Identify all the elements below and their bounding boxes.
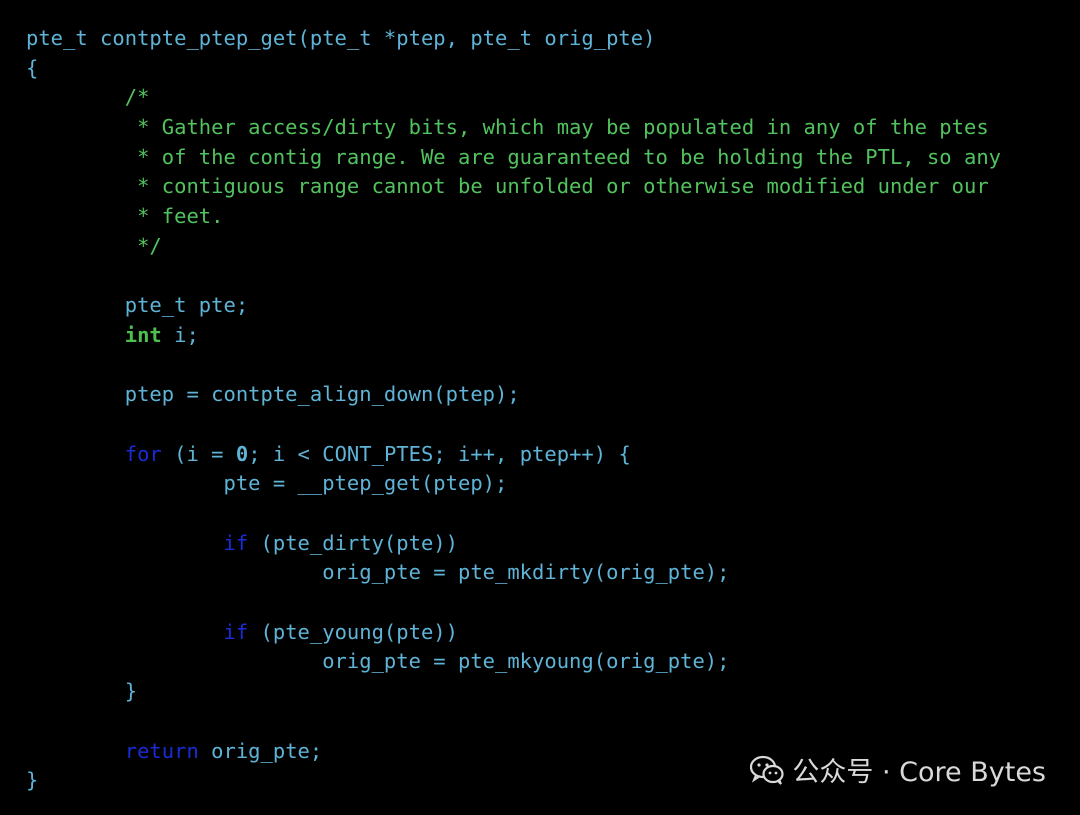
code-line: /*: [26, 83, 1001, 113]
code-line: pte_t contpte_ptep_get(pte_t *ptep, pte_…: [26, 24, 1001, 54]
code-token-plain: {: [26, 55, 39, 80]
code-token-number: 0: [235, 441, 249, 466]
code-token-comment: * contiguous range cannot be unfolded or…: [26, 174, 989, 199]
code-line: pte_t pte;: [26, 291, 1001, 321]
code-token-keyword: for: [124, 441, 162, 466]
code-token-comment: /*: [26, 85, 150, 110]
code-token-plain: pte_t pte;: [26, 293, 249, 318]
code-line: for (i = 0; i < CONT_PTES; i++, ptep++) …: [26, 440, 1001, 470]
code-line: if (pte_young(pte)): [26, 618, 1001, 648]
code-line: * Gather access/dirty bits, which may be…: [26, 113, 1001, 143]
code-token-plain: ; i < CONT_PTES; i++, ptep++) {: [248, 441, 631, 466]
code-token-keyword: if: [223, 619, 249, 644]
code-token-keyword: if: [223, 530, 249, 555]
code-line: pte = __ptep_get(ptep);: [26, 469, 1001, 499]
code-token-plain: orig_pte;: [198, 738, 323, 763]
code-token-plain: }: [26, 768, 39, 793]
watermark: 公众号 · Core Bytes: [750, 750, 1046, 789]
code-listing: pte_t contpte_ptep_get(pte_t *ptep, pte_…: [26, 24, 1001, 796]
code-line: orig_pte = pte_mkyoung(orig_pte);: [26, 647, 1001, 677]
code-token-plain: pte = __ptep_get(ptep);: [26, 471, 508, 496]
code-line: * feet.: [26, 202, 1001, 232]
code-token-plain: (pte_dirty(pte)): [248, 530, 459, 555]
code-line: int i;: [26, 321, 1001, 351]
wechat-icon: [750, 755, 785, 785]
code-token-plain: (pte_young(pte)): [248, 619, 459, 644]
code-token-keyword: return: [124, 738, 199, 763]
code-token-plain: orig_pte = pte_mkdirty(orig_pte);: [26, 560, 730, 585]
code-token-plain: i;: [161, 322, 199, 347]
code-token-plain: orig_pte = pte_mkyoung(orig_pte);: [26, 649, 730, 674]
code-line: if (pte_dirty(pte)): [26, 529, 1001, 559]
code-token-plain: }: [26, 679, 138, 704]
code-line: * of the contig range. We are guaranteed…: [26, 143, 1001, 173]
code-token-comment: * feet.: [26, 204, 224, 229]
code-token-comment: */: [26, 233, 162, 258]
code-line: }: [26, 677, 1001, 707]
code-line: * contiguous range cannot be unfolded or…: [26, 172, 1001, 202]
code-token-plain: pte_t contpte_ptep_get(pte_t *ptep, pte_…: [26, 26, 656, 50]
code-line: ptep = contpte_align_down(ptep);: [26, 380, 1001, 410]
code-token-plain: (i =: [161, 441, 236, 466]
code-token-comment: * Gather access/dirty bits, which may be…: [26, 115, 989, 140]
code-token-type: int: [124, 322, 162, 347]
code-line: {: [26, 54, 1001, 84]
watermark-text: 公众号 · Core Bytes: [792, 757, 1046, 788]
code-token-plain: ptep = contpte_align_down(ptep);: [26, 382, 520, 407]
code-line: */: [26, 232, 1001, 262]
code-line: orig_pte = pte_mkdirty(orig_pte);: [26, 558, 1001, 588]
code-token-comment: * of the contig range. We are guaranteed…: [26, 144, 1002, 169]
